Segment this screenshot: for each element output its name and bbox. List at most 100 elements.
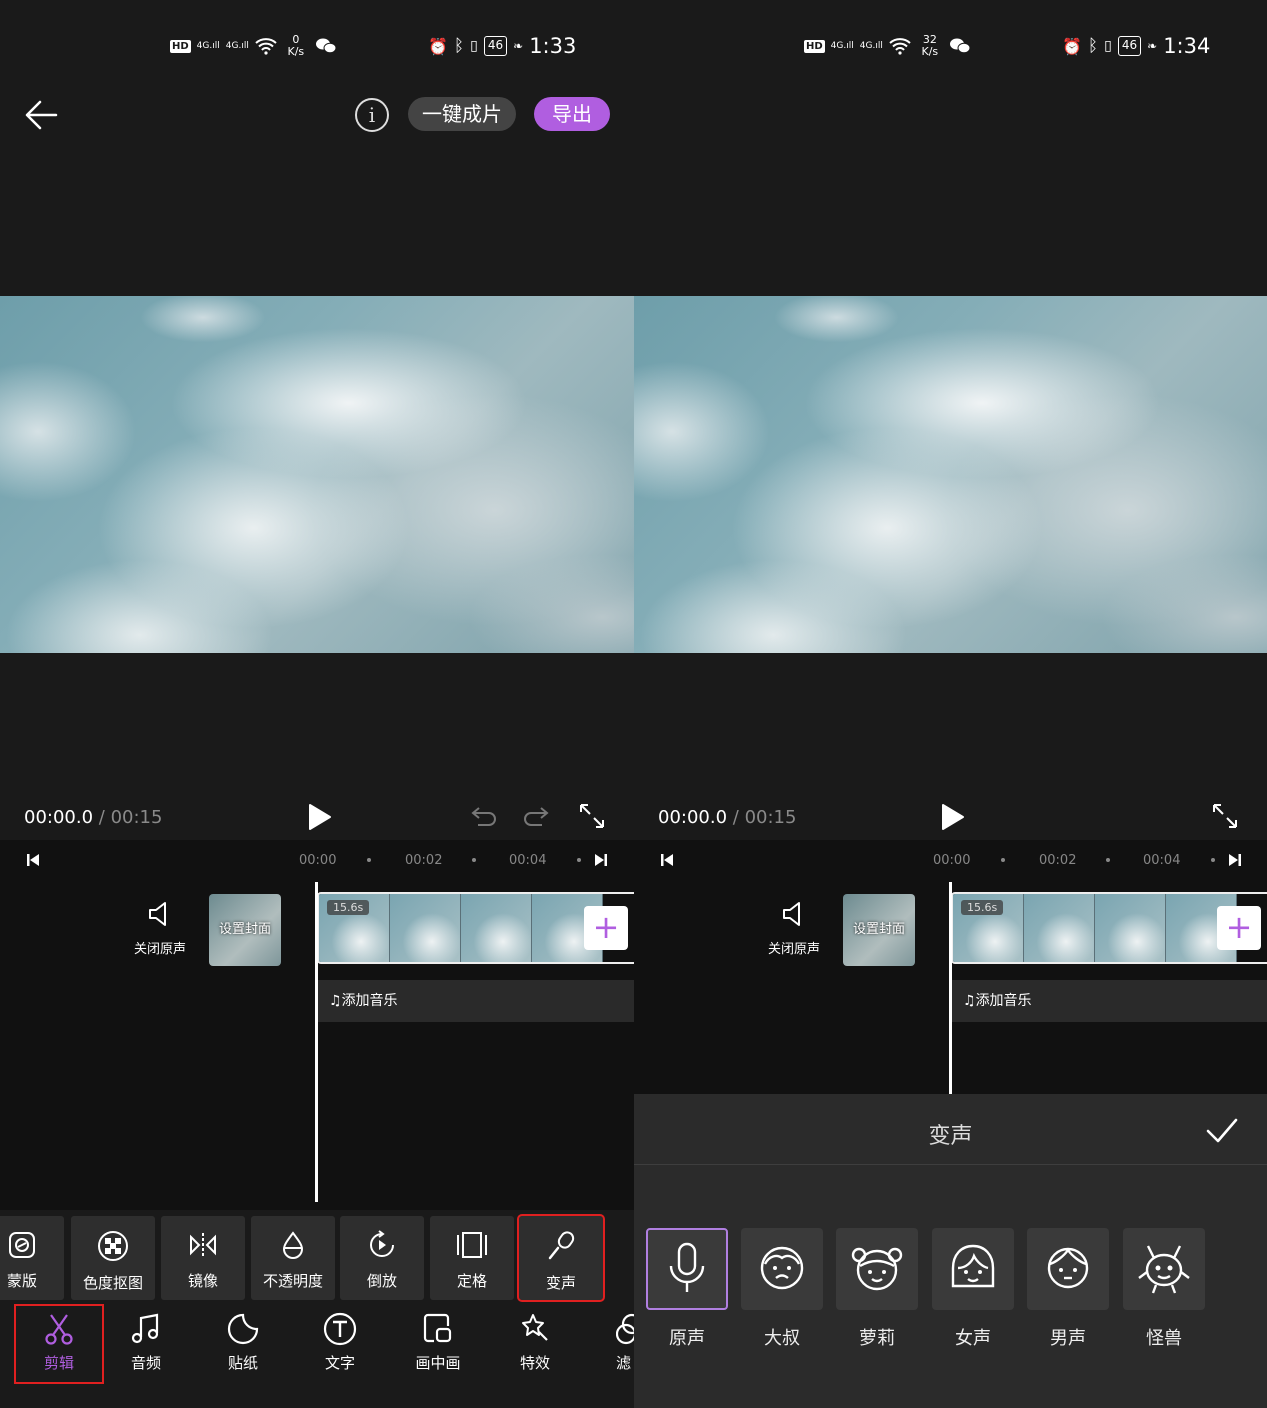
tab-filter[interactable]: 滤 <box>582 1306 634 1382</box>
add-music-track[interactable]: ♫添加音乐 <box>317 980 634 1022</box>
set-cover-button[interactable]: 设置封面 <box>843 894 915 966</box>
voice-changer-sheet: 变声 原声 大叔 萝莉 女声 男声 怪兽 <box>634 1094 1267 1408</box>
skip-to-end-icon[interactable] <box>593 852 609 868</box>
voice-option-male[interactable] <box>1027 1228 1109 1310</box>
clip-duration: 15.6s <box>961 900 1004 915</box>
tab-effects[interactable]: 特效 <box>492 1306 578 1382</box>
status-bar: HD 4G.ıll 4G.ıll 32 K/s ⏰ ᛒ ▯ 46 ❧ 1:34 <box>634 28 1267 66</box>
ruler-tick: 00:02 <box>405 853 443 868</box>
set-cover-button[interactable]: 设置封面 <box>209 894 281 966</box>
one-click-video-button[interactable]: 一键成片 <box>408 97 516 131</box>
tab-audio[interactable]: 音频 <box>103 1306 189 1382</box>
clip-frame <box>461 894 532 962</box>
ruler-dot <box>1211 858 1215 862</box>
female-face-icon <box>951 1244 995 1288</box>
add-clip-button[interactable]: + <box>584 906 628 950</box>
voice-option-loli[interactable] <box>836 1228 918 1310</box>
leaf-icon: ❧ <box>513 39 524 53</box>
skip-to-start-icon[interactable] <box>25 852 41 868</box>
play-icon[interactable] <box>936 802 966 832</box>
tool-freeze-frame[interactable]: 定格 <box>430 1216 514 1300</box>
ruler-tick: 00:04 <box>509 853 547 868</box>
voice-label: 女声 <box>955 1328 991 1349</box>
add-music-track[interactable]: ♫添加音乐 <box>951 980 1267 1022</box>
tab-label: 剪辑 <box>43 1354 74 1372</box>
tool-label: 镜像 <box>187 1272 218 1290</box>
cell-signal-icon: 4G.ıll <box>859 40 883 51</box>
voice-option-female[interactable] <box>932 1228 1014 1310</box>
tab-label: 音频 <box>130 1354 161 1372</box>
reverse-icon <box>370 1230 394 1257</box>
tool-chroma-key[interactable]: 色度抠图 <box>71 1216 155 1300</box>
tool-reverse[interactable]: 倒放 <box>340 1216 424 1300</box>
voice-option-monster[interactable] <box>1123 1228 1205 1310</box>
vibrate-icon: ▯ <box>1104 38 1112 54</box>
skip-to-end-icon[interactable] <box>1227 852 1243 868</box>
scissors-icon <box>45 1314 73 1345</box>
ruler-tick: 00:00 <box>299 853 337 868</box>
battery-indicator: 46 <box>483 36 508 56</box>
tab-label: 滤 <box>616 1354 632 1372</box>
timecode: 00:00.0 / 00:15 <box>24 807 163 828</box>
sheet-title: 变声 <box>928 1124 973 1149</box>
video-preview[interactable] <box>0 296 634 653</box>
voice-label: 原声 <box>669 1328 705 1349</box>
left-screen: HD 4G.ıll 4G.ıll 0 K/s ⏰ ᛒ ▯ 46 ❧ 1:33 i … <box>0 0 634 1408</box>
mute-original-audio-button[interactable]: 关闭原声 <box>764 900 824 957</box>
add-clip-button[interactable]: + <box>1217 906 1261 950</box>
fullscreen-icon[interactable] <box>1211 802 1239 830</box>
tab-picture-in-picture[interactable]: 画中画 <box>395 1306 481 1382</box>
tab-label: 特效 <box>519 1354 550 1372</box>
tab-sticker[interactable]: 贴纸 <box>200 1306 286 1382</box>
filter-icon <box>615 1313 634 1345</box>
voice-option-original[interactable] <box>646 1228 728 1310</box>
ruler-dot <box>577 858 581 862</box>
tool-mirror[interactable]: 镜像 <box>161 1216 245 1300</box>
monster-face-icon <box>1138 1245 1190 1294</box>
voice-option-uncle[interactable] <box>741 1228 823 1310</box>
add-music-label: 添加音乐 <box>975 993 1032 1009</box>
hd-badge: HD <box>170 39 191 53</box>
time-ruler: 00:00 00:02 00:04 <box>0 840 634 880</box>
leaf-icon: ❧ <box>1147 39 1158 53</box>
video-clip[interactable]: 15.6s + <box>317 892 634 964</box>
tool-voice-changer[interactable]: 变声 <box>517 1214 605 1302</box>
back-arrow-icon[interactable] <box>22 95 62 135</box>
effects-icon <box>522 1314 548 1341</box>
mute-original-audio-button[interactable]: 关闭原声 <box>130 900 190 957</box>
video-preview[interactable] <box>634 296 1267 653</box>
checkmark-icon[interactable] <box>1205 1116 1239 1146</box>
tab-text[interactable]: 文字 <box>297 1306 383 1382</box>
tool-label: 蒙版 <box>6 1272 37 1290</box>
fullscreen-icon[interactable] <box>578 802 606 830</box>
tab-edit[interactable]: 剪辑 <box>14 1304 104 1384</box>
tool-mask[interactable]: 蒙版 <box>0 1216 64 1300</box>
alarm-icon: ⏰ <box>1062 36 1082 56</box>
net-speed: 32 K/s <box>921 33 939 58</box>
clip-frame <box>390 894 461 962</box>
skip-to-start-icon[interactable] <box>659 852 675 868</box>
redo-icon[interactable] <box>522 804 550 828</box>
play-icon[interactable] <box>303 802 333 832</box>
freeze-frame-icon <box>457 1232 487 1258</box>
mirror-icon <box>190 1233 216 1257</box>
status-left: HD 4G.ıll 4G.ıll 0 K/s <box>170 34 337 58</box>
male-face-icon <box>1047 1247 1089 1289</box>
undo-icon[interactable] <box>470 804 498 828</box>
cell-signal-icon: 4G.ıll <box>196 40 220 51</box>
music-note-icon <box>131 1313 159 1344</box>
mute-label: 关闭原声 <box>133 942 186 957</box>
video-clip[interactable]: 15.6s + <box>951 892 1267 964</box>
playback-controls: 00:00.0 / 00:15 <box>634 798 1267 838</box>
ruler-tick: 00:02 <box>1039 853 1077 868</box>
clip-frame <box>1095 894 1166 962</box>
wifi-icon <box>255 38 277 55</box>
mute-label: 关闭原声 <box>767 942 820 957</box>
info-icon[interactable]: i <box>355 98 389 132</box>
tool-opacity[interactable]: 不透明度 <box>251 1216 335 1300</box>
timeline[interactable]: 00:00 00:02 00:04 关闭原声 设置封面 15.6s + ♫添加音… <box>0 840 634 1210</box>
picture-in-picture-icon <box>423 1313 452 1343</box>
right-screen: HD 4G.ıll 4G.ıll 32 K/s ⏰ ᛒ ▯ 46 ❧ 1:34 0… <box>634 0 1267 1408</box>
export-button[interactable]: 导出 <box>534 97 610 131</box>
playhead[interactable] <box>315 882 318 1202</box>
